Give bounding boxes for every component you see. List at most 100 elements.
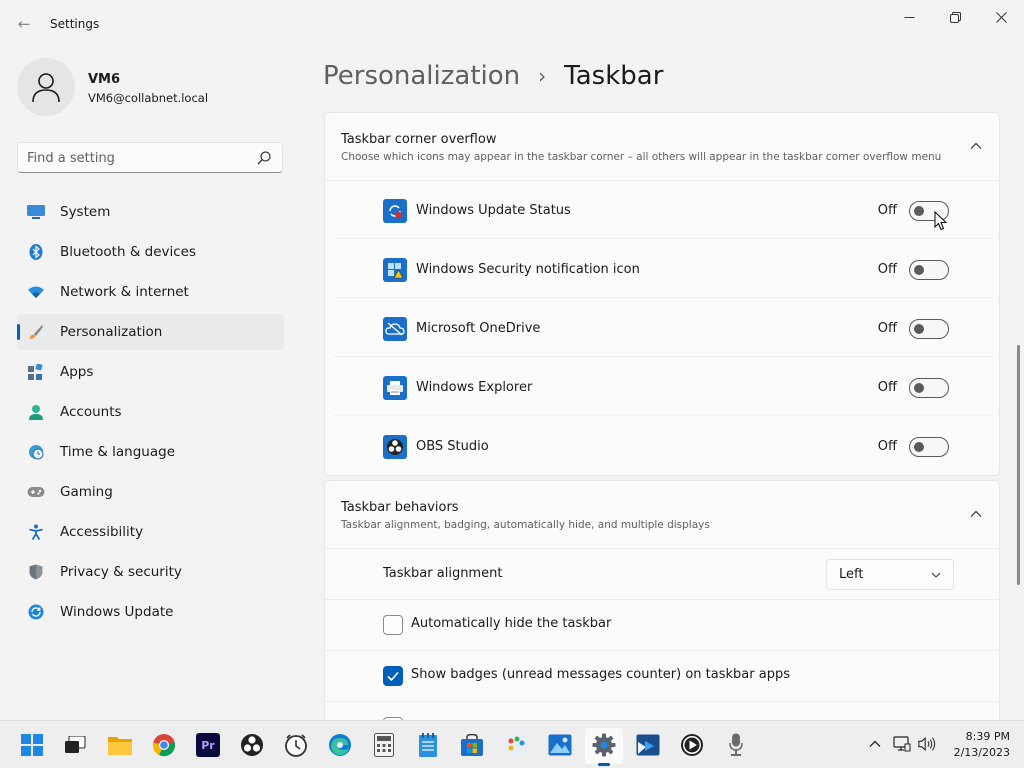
minimize-icon xyxy=(904,16,914,18)
restore-button[interactable] xyxy=(932,6,978,28)
sidebar-item-accessibility[interactable]: Accessibility xyxy=(17,514,284,550)
sidebar-item-system[interactable]: System xyxy=(17,194,284,230)
overflow-row-windows-update-status: Windows Update Status Off xyxy=(333,183,993,239)
globe-clock-icon xyxy=(27,444,45,460)
system-icon xyxy=(27,204,45,220)
restore-icon xyxy=(949,11,961,23)
clock-app-icon[interactable] xyxy=(284,733,308,757)
section-subtitle: Choose which icons may appear in the tas… xyxy=(341,151,942,163)
minimize-button[interactable] xyxy=(886,6,932,28)
row-label: Windows Security notification icon xyxy=(416,262,640,277)
task-view-icon[interactable] xyxy=(64,733,88,757)
photos-icon[interactable] xyxy=(548,733,572,757)
wifi-icon xyxy=(27,284,45,300)
sidebar-item-personalization[interactable]: Personalization xyxy=(17,314,284,350)
sidebar-item-time-language[interactable]: Time & language xyxy=(17,434,284,470)
chevron-up-icon[interactable] xyxy=(969,141,983,151)
sidebar-item-privacy-security[interactable]: Privacy & security xyxy=(17,554,284,590)
clock-time[interactable]: 8:39 PM xyxy=(950,730,1010,743)
accounts-icon xyxy=(27,404,45,420)
paint-icon[interactable] xyxy=(504,733,528,757)
user-name: VM6 xyxy=(88,72,121,87)
obs-icon[interactable] xyxy=(240,733,264,757)
back-button[interactable]: ← xyxy=(14,14,34,34)
toggle-switch[interactable] xyxy=(909,260,949,280)
clock-date[interactable]: 2/13/2023 xyxy=(946,746,1010,759)
close-button[interactable] xyxy=(978,6,1024,28)
brush-icon xyxy=(27,324,45,340)
person-icon xyxy=(32,73,60,103)
section-header[interactable]: Taskbar corner overflow Choose which ico… xyxy=(325,113,999,181)
onedrive-icon xyxy=(383,317,407,341)
store-icon[interactable] xyxy=(460,733,484,757)
sidebar-item-label: System xyxy=(60,204,111,220)
page-title: Taskbar xyxy=(564,61,664,91)
sidebar-item-label: Windows Update xyxy=(60,604,174,620)
taskbar-corner-overflow-section: Taskbar corner overflow Choose which ico… xyxy=(324,112,1000,476)
taskbar-alignment-dropdown[interactable]: Left xyxy=(826,559,954,590)
overflow-row-onedrive: Microsoft OneDrive Off xyxy=(333,301,993,357)
section-header[interactable]: Taskbar behaviors Taskbar alignment, bad… xyxy=(325,481,999,549)
shield-icon xyxy=(27,564,45,580)
row-label: Windows Update Status xyxy=(416,203,571,218)
overflow-row-windows-explorer: Windows Explorer Off xyxy=(333,360,993,416)
start-icon[interactable] xyxy=(20,733,44,757)
auto-hide-label: Automatically hide the taskbar xyxy=(411,616,612,631)
sidebar-item-label: Personalization xyxy=(60,324,163,340)
apps-icon xyxy=(27,364,45,380)
obs-studio-icon xyxy=(383,435,407,459)
breadcrumb-parent[interactable]: Personalization xyxy=(323,61,520,91)
chevron-up-icon[interactable] xyxy=(969,509,983,519)
show-badges-checkbox[interactable] xyxy=(383,666,403,686)
chevron-right-icon: › xyxy=(538,64,547,88)
window-title: Settings xyxy=(50,17,100,31)
mouse-cursor-icon xyxy=(934,211,948,231)
chevron-down-icon xyxy=(931,572,941,578)
auto-hide-checkbox[interactable] xyxy=(383,615,403,635)
sidebar-item-windows-update[interactable]: Windows Update xyxy=(17,594,284,630)
row-label: Windows Explorer xyxy=(416,380,533,395)
content-scrollbar[interactable] xyxy=(1017,345,1020,585)
title-bar: ← Settings xyxy=(0,0,1024,48)
premiere-pro-icon[interactable]: Pr xyxy=(196,733,220,757)
taskbar-alignment-label: Taskbar alignment xyxy=(383,566,503,581)
toggle-switch[interactable] xyxy=(909,378,949,398)
bluetooth-icon xyxy=(27,244,45,260)
show-hidden-icons-chevron-icon[interactable] xyxy=(866,735,884,753)
search-input[interactable] xyxy=(27,149,247,167)
avatar[interactable] xyxy=(17,58,75,116)
toggle-switch[interactable] xyxy=(909,319,949,339)
calculator-icon[interactable] xyxy=(372,733,396,757)
volume-icon[interactable] xyxy=(918,735,936,753)
settings-running-indicator xyxy=(598,763,610,766)
toggle-switch[interactable] xyxy=(909,437,949,457)
video-player-icon[interactable] xyxy=(680,733,704,757)
media-player-icon[interactable] xyxy=(636,733,660,757)
network-icon[interactable] xyxy=(893,735,911,753)
sidebar-item-label: Apps xyxy=(60,364,94,380)
sidebar-item-accounts[interactable]: Accounts xyxy=(17,394,284,430)
sidebar-item-bluetooth[interactable]: Bluetooth & devices xyxy=(17,234,284,270)
update-icon xyxy=(27,604,45,620)
edge-icon[interactable] xyxy=(328,733,352,757)
chrome-icon[interactable] xyxy=(152,733,176,757)
notepad-icon[interactable] xyxy=(416,733,440,757)
toggle-knob xyxy=(914,265,924,275)
windows-explorer-icon xyxy=(383,376,407,400)
toggle-state: Off xyxy=(877,203,897,218)
microphone-icon[interactable] xyxy=(724,733,748,757)
toggle-state: Off xyxy=(877,262,897,277)
section-title: Taskbar corner overflow xyxy=(341,132,497,147)
sidebar-item-apps[interactable]: Apps xyxy=(17,354,284,390)
user-email: VM6@collabnet.local xyxy=(88,91,209,105)
settings-icon[interactable] xyxy=(592,733,616,757)
toggle-knob xyxy=(914,324,924,334)
content-panel: Taskbar corner overflow Choose which ico… xyxy=(323,108,1001,720)
show-badges-row: Show badges (unread messages counter) on… xyxy=(325,651,1001,702)
sidebar-item-network[interactable]: Network & internet xyxy=(17,274,284,310)
file-explorer-icon[interactable] xyxy=(108,733,132,757)
sidebar-item-gaming[interactable]: Gaming xyxy=(17,474,284,510)
toggle-state: Off xyxy=(877,321,897,336)
search-icon[interactable] xyxy=(256,150,272,166)
section-title: Taskbar behaviors xyxy=(341,500,459,515)
